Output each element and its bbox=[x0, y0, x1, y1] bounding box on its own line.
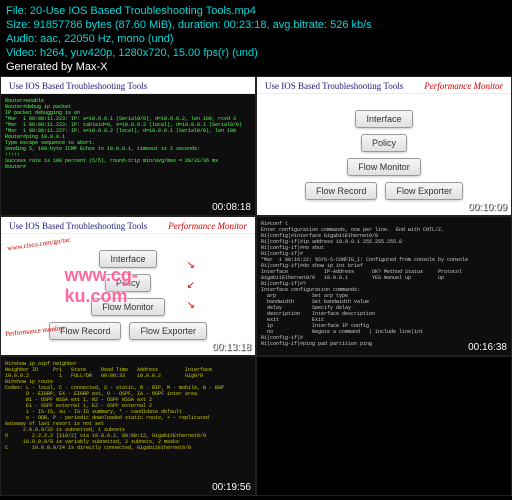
generated-by: Generated by Max-X bbox=[6, 60, 506, 74]
card-title: Use IOS Based Troubleshooting Tools bbox=[9, 81, 147, 91]
thumb-3: Use IOS Based Troubleshooting Tools Perf… bbox=[0, 216, 256, 356]
performance-monitor-label: Performance Monitor bbox=[424, 81, 503, 91]
timestamp: 00:10:09 bbox=[468, 202, 507, 213]
timestamp: 00:13:18 bbox=[212, 342, 251, 353]
arrow-icon: ↙ bbox=[187, 280, 195, 291]
file-video: Video: h264, yuv420p, 1280x720, 15.00 fp… bbox=[6, 46, 506, 60]
file-size: Size: 91857786 bytes (87.60 MiB), durati… bbox=[6, 18, 506, 32]
timestamp: 00:08:18 bbox=[212, 202, 251, 213]
card-title: Use IOS Based Troubleshooting Tools bbox=[9, 221, 147, 231]
policy-button[interactable]: Policy bbox=[105, 274, 151, 292]
arrow-icon: ↘ bbox=[187, 300, 195, 311]
thumb-empty bbox=[256, 356, 512, 496]
arrow-icon: ↘ bbox=[187, 260, 195, 271]
timestamp: 00:19:56 bbox=[212, 482, 251, 493]
file-audio: Audio: aac, 22050 Hz, mono (und) bbox=[6, 32, 506, 46]
policy-button[interactable]: Policy bbox=[361, 134, 407, 152]
terminal-output: R1#conf t Enter configuration commands, … bbox=[257, 217, 511, 355]
thumb-1: Use IOS Based Troubleshooting Tools Rout… bbox=[0, 76, 256, 216]
interface-button[interactable]: Interface bbox=[99, 250, 156, 268]
flow-exporter-button[interactable]: Flow Exporter bbox=[385, 182, 463, 200]
thumb-5: R1#show ip ospf neighbor Neighbor ID Pri… bbox=[0, 356, 256, 496]
thumb-4: R1#conf t Enter configuration commands, … bbox=[256, 216, 512, 356]
thumbnail-grid: Use IOS Based Troubleshooting Tools Rout… bbox=[0, 76, 512, 496]
flow-monitor-button[interactable]: Flow Monitor bbox=[91, 298, 165, 316]
timestamp: 00:16:38 bbox=[468, 342, 507, 353]
terminal-output: R1#show ip ospf neighbor Neighbor ID Pri… bbox=[1, 357, 255, 495]
flow-monitor-button[interactable]: Flow Monitor bbox=[347, 158, 421, 176]
performance-monitor-label: Performance Monitor bbox=[168, 221, 247, 231]
interface-button[interactable]: Interface bbox=[355, 110, 412, 128]
file-metadata: File: 20-Use IOS Based Troubleshooting T… bbox=[0, 0, 512, 76]
thumb-2: Use IOS Based Troubleshooting Tools Perf… bbox=[256, 76, 512, 216]
file-name: 20-Use IOS Based Troubleshooting Tools.m… bbox=[30, 5, 256, 17]
flow-record-button[interactable]: Flow Record bbox=[305, 182, 378, 200]
annotation-url: www.cisco.com/go/tac bbox=[7, 236, 71, 253]
card-title: Use IOS Based Troubleshooting Tools bbox=[265, 81, 403, 91]
terminal-output: Router>enable Router#debug ip packet IP … bbox=[1, 94, 255, 215]
flow-exporter-button[interactable]: Flow Exporter bbox=[129, 322, 207, 340]
